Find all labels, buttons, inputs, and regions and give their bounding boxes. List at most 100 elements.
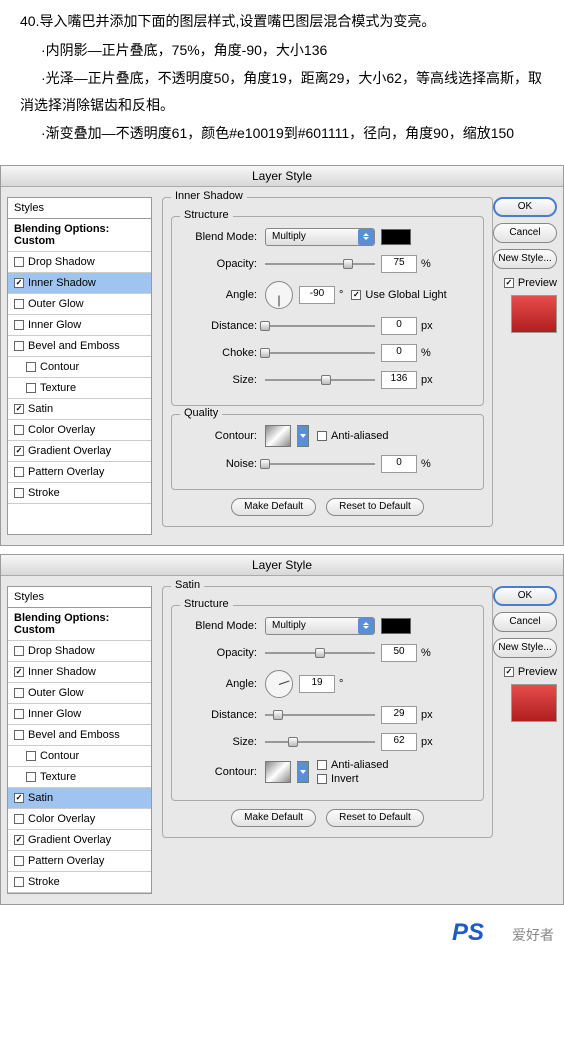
antialiased-checkbox[interactable] xyxy=(317,760,327,770)
style-item-inner-glow[interactable]: Inner Glow xyxy=(8,315,151,336)
invert-checkbox[interactable] xyxy=(317,774,327,784)
styles-header[interactable]: Styles xyxy=(8,587,151,608)
style-item-gradient-overlay[interactable]: Gradient Overlay xyxy=(8,441,151,462)
style-item-texture[interactable]: Texture xyxy=(8,767,151,788)
size-slider[interactable] xyxy=(265,373,375,387)
checkbox[interactable] xyxy=(14,793,24,803)
angle-input[interactable]: 19 xyxy=(299,675,335,693)
checkbox[interactable] xyxy=(14,467,24,477)
size-input[interactable]: 136 xyxy=(381,371,417,389)
style-item-bevel-and-emboss[interactable]: Bevel and Emboss xyxy=(8,336,151,357)
checkbox[interactable] xyxy=(14,667,24,677)
checkbox[interactable] xyxy=(14,299,24,309)
watermark: PS 爱好者 xyxy=(0,907,564,947)
antialiased-checkbox[interactable] xyxy=(317,431,327,441)
cancel-button[interactable]: Cancel xyxy=(493,612,557,632)
opacity-input[interactable]: 50 xyxy=(381,644,417,662)
style-item-label: Bevel and Emboss xyxy=(28,729,120,741)
checkbox[interactable] xyxy=(14,835,24,845)
style-item-label: Gradient Overlay xyxy=(28,834,111,846)
style-item-satin[interactable]: Satin xyxy=(8,788,151,809)
style-item-stroke[interactable]: Stroke xyxy=(8,483,151,504)
chevron-down-icon[interactable] xyxy=(297,761,309,783)
style-item-outer-glow[interactable]: Outer Glow xyxy=(8,683,151,704)
ok-button[interactable]: OK xyxy=(493,586,557,606)
reset-default-button[interactable]: Reset to Default xyxy=(326,809,424,827)
style-item-stroke[interactable]: Stroke xyxy=(8,872,151,893)
style-item-pattern-overlay[interactable]: Pattern Overlay xyxy=(8,462,151,483)
make-default-button[interactable]: Make Default xyxy=(231,498,316,516)
distance-slider[interactable] xyxy=(265,708,375,722)
new-style-button[interactable]: New Style... xyxy=(493,249,557,269)
style-item-gradient-overlay[interactable]: Gradient Overlay xyxy=(8,830,151,851)
contour-picker[interactable] xyxy=(265,425,291,447)
checkbox[interactable] xyxy=(14,320,24,330)
style-item-color-overlay[interactable]: Color Overlay xyxy=(8,809,151,830)
checkbox[interactable] xyxy=(14,404,24,414)
angle-input[interactable]: -90 xyxy=(299,286,335,304)
color-swatch[interactable] xyxy=(381,229,411,245)
style-item-inner-shadow[interactable]: Inner Shadow xyxy=(8,273,151,294)
style-item-satin[interactable]: Satin xyxy=(8,399,151,420)
opacity-slider[interactable] xyxy=(265,257,375,271)
checkbox[interactable] xyxy=(14,856,24,866)
styles-header[interactable]: Styles xyxy=(8,198,151,219)
checkbox[interactable] xyxy=(14,425,24,435)
checkbox[interactable] xyxy=(14,646,24,656)
preview-checkbox[interactable] xyxy=(504,667,514,677)
distance-input[interactable]: 29 xyxy=(381,706,417,724)
checkbox[interactable] xyxy=(14,341,24,351)
style-item-inner-glow[interactable]: Inner Glow xyxy=(8,704,151,725)
checkbox[interactable] xyxy=(14,257,24,267)
angle-dial[interactable] xyxy=(265,670,293,698)
reset-default-button[interactable]: Reset to Default xyxy=(326,498,424,516)
color-swatch[interactable] xyxy=(381,618,411,634)
checkbox[interactable] xyxy=(14,730,24,740)
style-item-color-overlay[interactable]: Color Overlay xyxy=(8,420,151,441)
new-style-button[interactable]: New Style... xyxy=(493,638,557,658)
opacity-input[interactable]: 75 xyxy=(381,255,417,273)
checkbox[interactable] xyxy=(14,278,24,288)
noise-input[interactable]: 0 xyxy=(381,455,417,473)
checkbox[interactable] xyxy=(14,688,24,698)
noise-slider[interactable] xyxy=(265,457,375,471)
size-input[interactable]: 62 xyxy=(381,733,417,751)
checkbox[interactable] xyxy=(26,383,36,393)
contour-picker[interactable] xyxy=(265,761,291,783)
checkbox[interactable] xyxy=(26,772,36,782)
size-slider[interactable] xyxy=(265,735,375,749)
checkbox[interactable] xyxy=(14,446,24,456)
choke-slider[interactable] xyxy=(265,346,375,360)
make-default-button[interactable]: Make Default xyxy=(231,809,316,827)
distance-input[interactable]: 0 xyxy=(381,317,417,335)
style-item-inner-shadow[interactable]: Inner Shadow xyxy=(8,662,151,683)
checkbox[interactable] xyxy=(14,488,24,498)
style-item-contour[interactable]: Contour xyxy=(8,357,151,378)
checkbox[interactable] xyxy=(14,709,24,719)
style-item-bevel-and-emboss[interactable]: Bevel and Emboss xyxy=(8,725,151,746)
global-light-checkbox[interactable] xyxy=(351,290,361,300)
choke-input[interactable]: 0 xyxy=(381,344,417,362)
angle-dial[interactable] xyxy=(265,281,293,309)
style-item-pattern-overlay[interactable]: Pattern Overlay xyxy=(8,851,151,872)
blending-options-item[interactable]: Blending Options: Custom xyxy=(8,219,151,252)
style-item-texture[interactable]: Texture xyxy=(8,378,151,399)
blending-options-item[interactable]: Blending Options: Custom xyxy=(8,608,151,641)
checkbox[interactable] xyxy=(14,814,24,824)
style-item-drop-shadow[interactable]: Drop Shadow xyxy=(8,252,151,273)
cancel-button[interactable]: Cancel xyxy=(493,223,557,243)
style-item-outer-glow[interactable]: Outer Glow xyxy=(8,294,151,315)
preview-checkbox[interactable] xyxy=(504,278,514,288)
chevron-down-icon[interactable] xyxy=(297,425,309,447)
opacity-slider[interactable] xyxy=(265,646,375,660)
style-item-drop-shadow[interactable]: Drop Shadow xyxy=(8,641,151,662)
blend-mode-select[interactable]: Multiply xyxy=(265,617,375,635)
blend-mode-select[interactable]: Multiply xyxy=(265,228,375,246)
ok-button[interactable]: OK xyxy=(493,197,557,217)
distance-label: Distance: xyxy=(182,320,257,332)
distance-slider[interactable] xyxy=(265,319,375,333)
checkbox[interactable] xyxy=(14,877,24,887)
checkbox[interactable] xyxy=(26,362,36,372)
style-item-contour[interactable]: Contour xyxy=(8,746,151,767)
checkbox[interactable] xyxy=(26,751,36,761)
